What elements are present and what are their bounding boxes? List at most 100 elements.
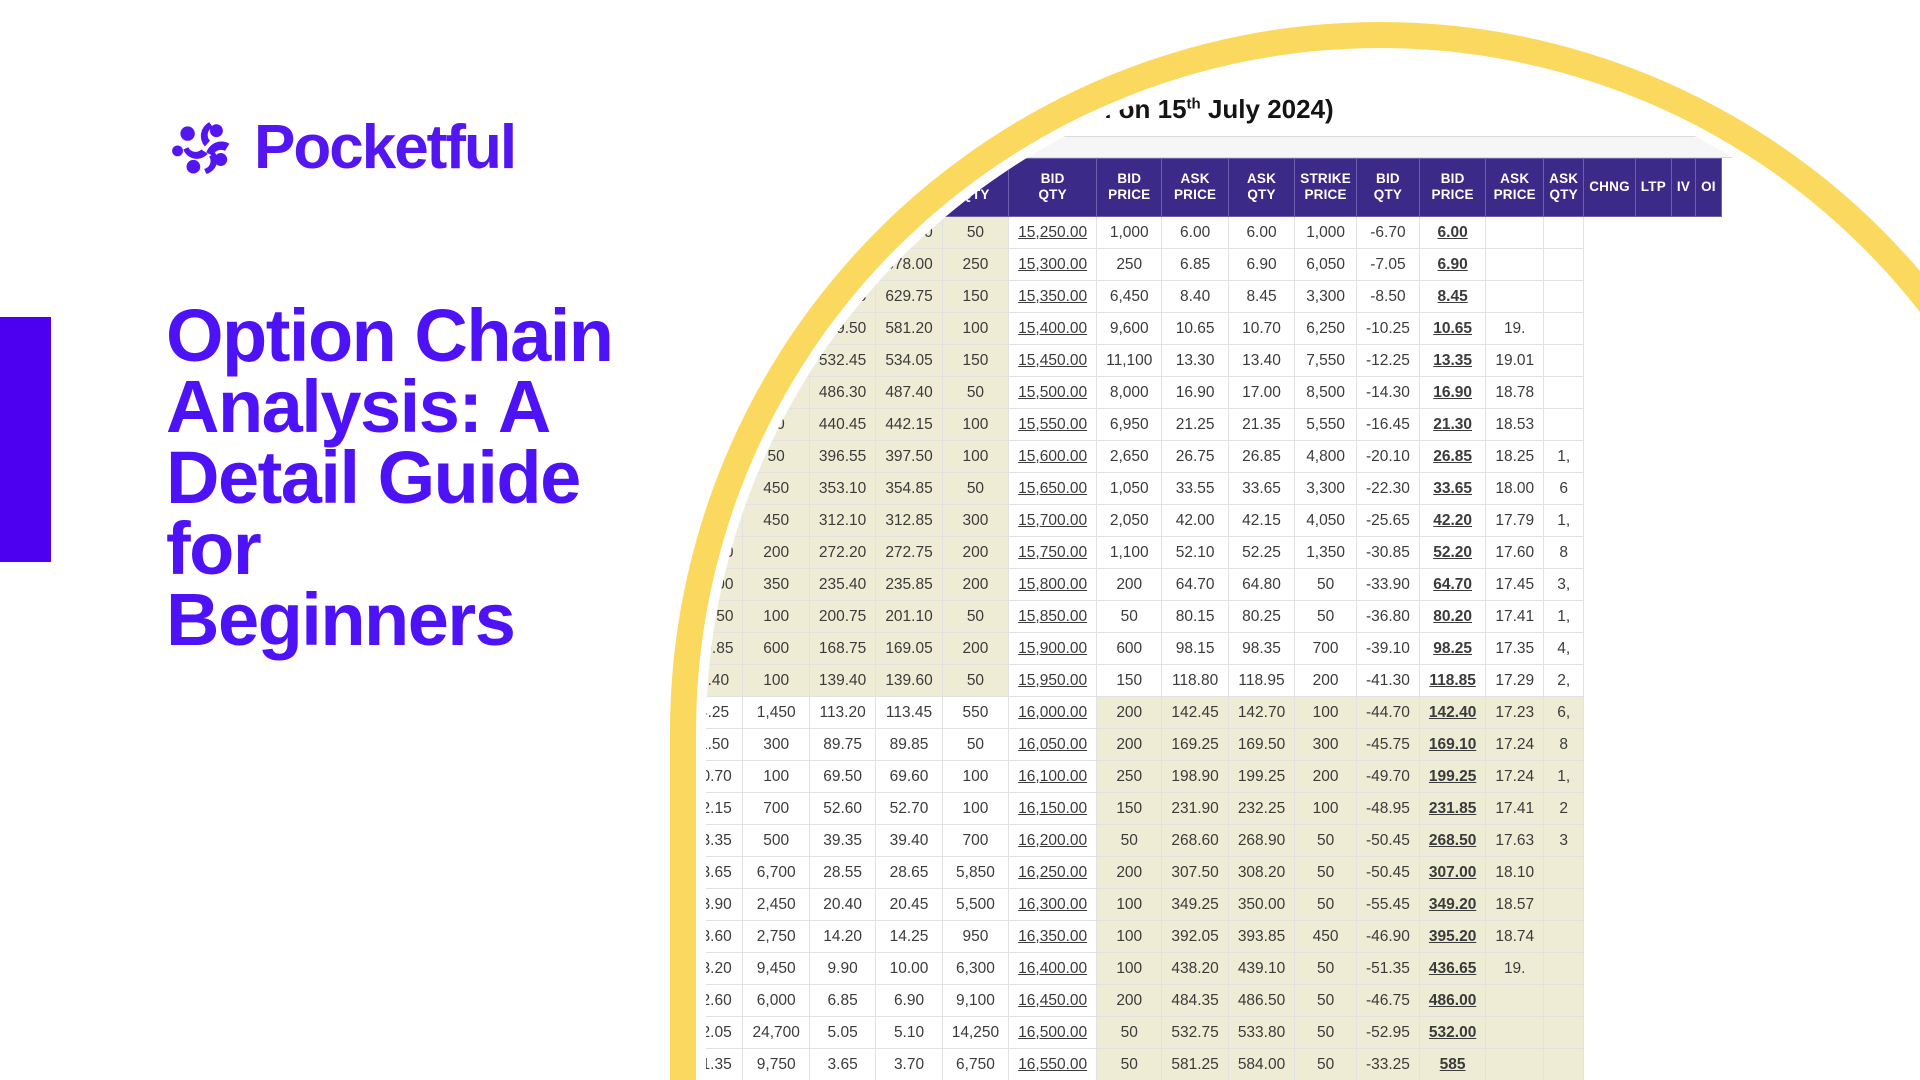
table-row: 7514.25-3.602,75014.2014.2595016,350.001…	[706, 920, 1721, 953]
call-bid-price: 9.90	[808, 952, 877, 985]
put-bid-price: 349.25	[1161, 888, 1229, 921]
put-iv: 18.00	[1485, 472, 1545, 505]
call-bid-qty: 2,450	[742, 888, 810, 921]
put-iv	[1485, 1016, 1545, 1049]
put-oi	[1543, 344, 1585, 377]
call-ask-price: 39.40	[875, 824, 943, 857]
put-ask-price: 308.20	[1227, 856, 1296, 889]
put-oi	[1543, 1048, 1585, 1080]
table-row: 14169.1510.85600168.75169.0520015,900.00…	[706, 632, 1721, 665]
strike-price: 16,400.00	[1008, 952, 1098, 985]
call-bid-price: 312.10	[808, 504, 877, 537]
put-ask-price: 33.65	[1227, 472, 1296, 505]
put-iv	[1485, 280, 1545, 313]
put-ask-price: 6.90	[1227, 248, 1296, 281]
put-chng: -10.25	[1355, 312, 1420, 345]
put-ask-qty: 200	[1294, 664, 1357, 697]
call-ask-qty: 5,850	[941, 856, 1010, 889]
put-bid-qty: 250	[1096, 760, 1163, 793]
table-row: 846.85-2.606,0006.856.909,10016,450.0020…	[706, 984, 1721, 1017]
call-bid-qty: 600	[742, 632, 810, 665]
put-ltp: 6.90	[1418, 248, 1487, 281]
call-ask-qty: 100	[941, 792, 1010, 825]
strike-price: 15,850.00	[1008, 600, 1098, 633]
put-bid-price: 42.00	[1161, 504, 1229, 537]
call-ask-price: 629.75	[875, 280, 943, 313]
put-ask-price: 8.45	[1227, 280, 1296, 313]
put-chng: -22.30	[1355, 472, 1420, 505]
put-bid-qty: 11,100	[1096, 344, 1163, 377]
column-header-10: ASK QTY	[1227, 158, 1296, 217]
table-row: 44.70450675.35678.0025015,300.002506.856…	[706, 248, 1721, 281]
put-oi	[1543, 216, 1585, 249]
column-header-16: CHNG	[1583, 158, 1636, 217]
put-chng: -25.65	[1355, 504, 1420, 537]
put-chng: -7.05	[1355, 248, 1420, 281]
call-chng: -3.20	[706, 952, 744, 985]
put-bid-price: 52.10	[1161, 536, 1229, 569]
put-chng: -39.10	[1355, 632, 1420, 665]
put-ask-qty: 3,300	[1294, 280, 1357, 313]
put-iv: 19.	[1485, 952, 1545, 985]
column-header-19: OI	[1695, 158, 1722, 217]
put-bid-qty: 200	[1096, 856, 1163, 889]
put-ask-qty: 100	[1294, 792, 1357, 825]
put-bid-qty: 1,050	[1096, 472, 1163, 505]
call-ask-qty: 50	[941, 664, 1010, 697]
put-bid-qty: 50	[1096, 824, 1163, 857]
call-chng: -0.70	[706, 760, 744, 793]
put-bid-qty: 200	[1096, 984, 1163, 1017]
call-chng: -3.90	[706, 888, 744, 921]
call-bid-qty: 700	[742, 792, 810, 825]
call-ask-qty: 5,500	[941, 888, 1010, 921]
headline-line: Beginners	[166, 577, 516, 661]
put-bid-qty: 150	[1096, 792, 1163, 825]
strike-price: 15,750.00	[1008, 536, 1098, 569]
put-ask-qty: 5,550	[1294, 408, 1357, 441]
table-row: 19113.454.251,450113.20113.4555016,000.0…	[706, 696, 1721, 729]
call-ask-qty: 50	[941, 728, 1010, 761]
call-chng: -3.35	[706, 824, 744, 857]
put-ask-price: 52.25	[1227, 536, 1296, 569]
call-bid-price: 89.75	[808, 728, 877, 761]
put-bid-qty: 600	[1096, 632, 1163, 665]
call-chng: -2.60	[706, 984, 744, 1017]
call-bid-qty: 2,750	[742, 920, 810, 953]
put-bid-price: 21.25	[1161, 408, 1229, 441]
call-bid-price: 28.55	[808, 856, 877, 889]
put-chng: -20.10	[1355, 440, 1420, 473]
put-bid-qty: 2,650	[1096, 440, 1163, 473]
put-bid-qty: 150	[1096, 664, 1163, 697]
put-oi	[1543, 920, 1585, 953]
table-row: 19313.0024.15450312.10312.8530015,700.00…	[706, 504, 1721, 537]
put-ask-qty: 50	[1294, 984, 1357, 1017]
put-oi: 2,	[1543, 664, 1585, 697]
screenshot-caption: (Screenshot taken on 15th July 2024)	[886, 94, 1334, 125]
put-chng: -30.85	[1355, 536, 1420, 569]
call-ask-price: 235.85	[875, 568, 943, 601]
put-ltp: 26.85	[1418, 440, 1487, 473]
put-bid-price: 6.00	[1161, 216, 1229, 249]
call-chng: -3.60	[706, 920, 744, 953]
put-bid-qty: 1,100	[1096, 536, 1163, 569]
table-row: 488.0535.60100486.30487.405015,500.008,0…	[706, 376, 1721, 409]
column-header-8: BID PRICE	[1096, 158, 1163, 217]
put-iv: 18.74	[1485, 920, 1545, 953]
put-ask-qty: 50	[1294, 824, 1357, 857]
call-ask-price: 3.70	[875, 1048, 943, 1080]
strike-price: 15,600.00	[1008, 440, 1098, 473]
call-bid-qty: 200	[742, 536, 810, 569]
headline-line: Option Chain	[166, 293, 614, 377]
put-ltp: 33.65	[1418, 472, 1487, 505]
call-bid-qty: 100	[742, 376, 810, 409]
brand-lockup: Pocketful	[166, 112, 517, 184]
put-iv: 18.57	[1485, 888, 1545, 921]
put-ltp: 231.85	[1418, 792, 1487, 825]
column-header-13: BID PRICE	[1418, 158, 1487, 217]
call-bid-qty: 100	[742, 760, 810, 793]
call-chng: 17.40	[706, 536, 744, 569]
call-chng	[706, 216, 744, 249]
call-bid-qty: 6,700	[742, 856, 810, 889]
table-row: 0353.0028.55450353.10354.855015,650.001,…	[706, 472, 1721, 505]
put-oi	[1543, 984, 1585, 1017]
